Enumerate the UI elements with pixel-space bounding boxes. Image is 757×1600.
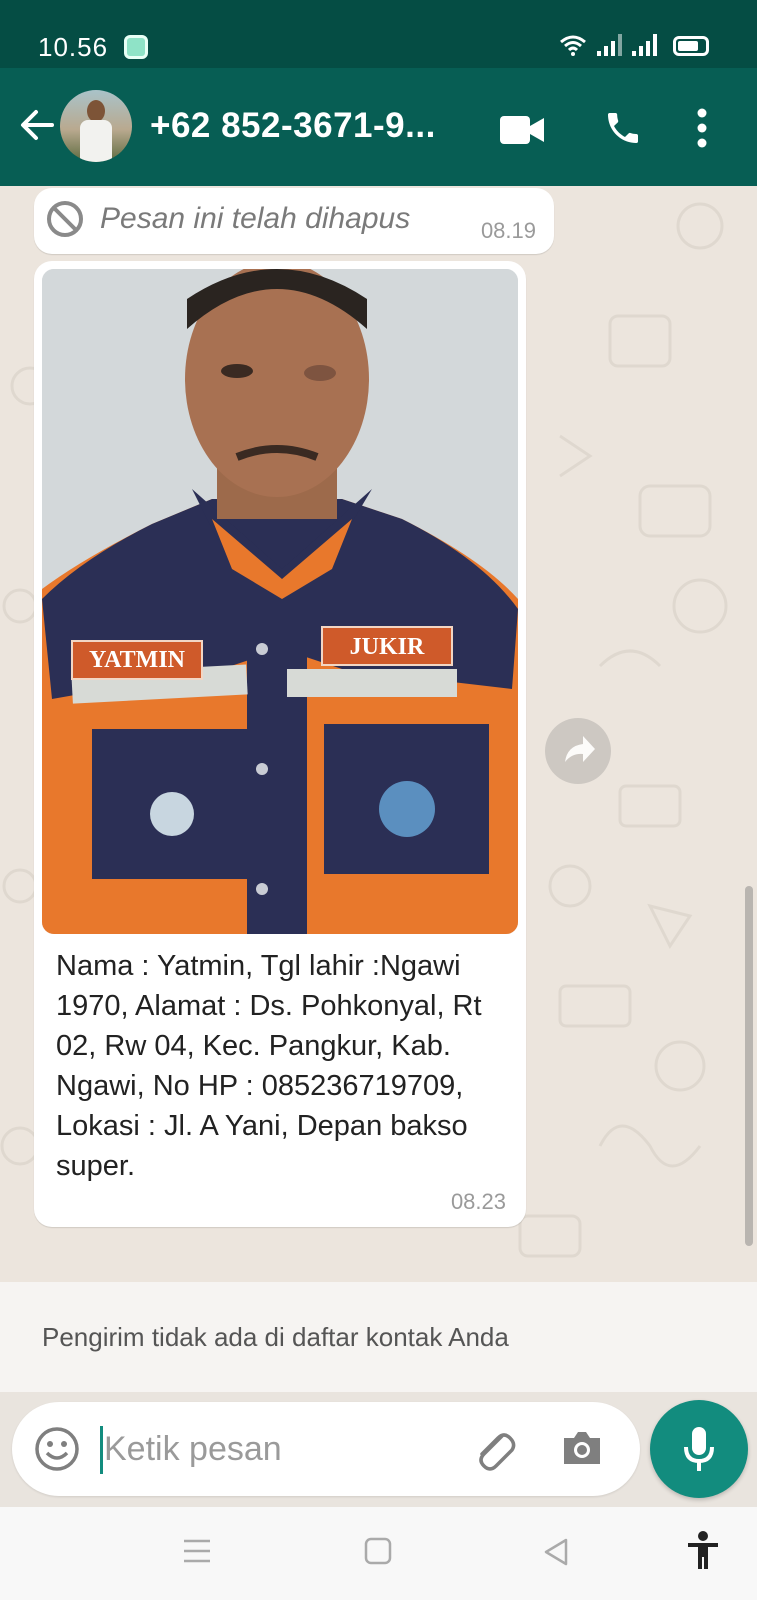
home-icon[interactable] — [364, 1537, 392, 1565]
role-patch-text: JUKIR — [350, 634, 425, 660]
status-bar: 10.56 — [0, 0, 757, 68]
notification-app-icon — [124, 35, 148, 59]
system-nav-bar — [0, 1507, 757, 1600]
chat-area[interactable]: Pesan ini telah dihapus 08.19 YATMIN JUK… — [0, 186, 757, 1282]
video-call-icon[interactable] — [500, 116, 544, 144]
accessibility-icon[interactable] — [686, 1531, 720, 1571]
scrollbar[interactable] — [745, 886, 753, 1246]
text-cursor — [100, 1426, 103, 1474]
microphone-button[interactable] — [650, 1400, 748, 1498]
message-input[interactable] — [104, 1420, 434, 1478]
wifi-icon — [560, 35, 586, 56]
name-patch-text: YATMIN — [89, 647, 186, 673]
unknown-contact-notice: Pengirim tidak ada di daftar kontak Anda — [0, 1282, 757, 1392]
message-input-box[interactable] — [12, 1402, 640, 1496]
signal-icon-2 — [632, 34, 657, 56]
deleted-message-text: Pesan ini telah dihapus — [100, 202, 411, 235]
microphone-icon — [684, 1427, 714, 1471]
signal-icon-1 — [597, 34, 622, 56]
more-vert-icon[interactable] — [696, 108, 708, 148]
message-time: 08.19 — [480, 218, 536, 243]
forward-icon — [565, 736, 595, 762]
phone-icon[interactable] — [603, 108, 643, 148]
camera-icon[interactable] — [560, 1428, 604, 1468]
notice-text: Pengirim tidak ada di daftar kontak Anda — [42, 1322, 509, 1352]
contact-name[interactable]: +62 852-3671-9... — [150, 106, 436, 146]
message-caption: Nama : Yatmin, Tgl lahir :Ngawi 1970, Al… — [56, 950, 482, 1182]
composer-bar — [0, 1392, 757, 1507]
contact-avatar[interactable] — [60, 90, 132, 162]
recents-icon[interactable] — [182, 1537, 212, 1565]
back-arrow-icon[interactable] — [18, 106, 56, 144]
forward-button[interactable] — [545, 718, 611, 784]
paperclip-icon[interactable] — [472, 1426, 516, 1472]
image-message-bubble[interactable]: YATMIN JUKIR Nama : Yatmin, Tgl lahir :N… — [34, 261, 526, 1227]
blocked-icon — [47, 201, 83, 237]
message-time: 08.23 — [450, 1189, 506, 1214]
deleted-message-bubble[interactable]: Pesan ini telah dihapus 08.19 — [34, 188, 554, 254]
battery-icon — [673, 36, 709, 56]
status-time: 10.56 — [38, 32, 109, 62]
nav-back-icon[interactable] — [542, 1537, 570, 1567]
chat-header: +62 852-3671-9... — [0, 68, 757, 186]
emoji-icon[interactable] — [34, 1426, 80, 1472]
message-photo[interactable]: YATMIN JUKIR — [42, 269, 518, 934]
photo-portrait: YATMIN JUKIR — [42, 269, 518, 934]
status-indicators — [559, 34, 709, 56]
